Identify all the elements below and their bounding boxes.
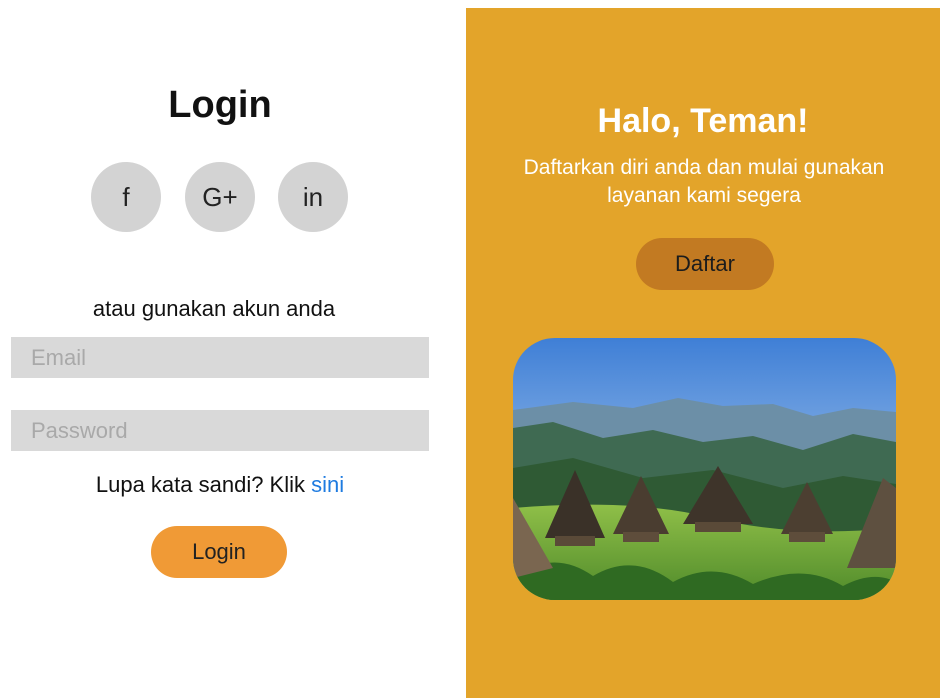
house-base-2 [623,532,659,542]
google-plus-icon: G+ [202,181,238,212]
village-landscape-photo [513,338,896,600]
linkedin-login-button[interactable]: in [278,162,348,232]
social-login-row: f G+ in [91,162,349,232]
password-input[interactable] [11,410,429,451]
signup-title: Halo, Teman! [597,102,809,140]
login-button[interactable]: Login [151,526,287,578]
tagline-line-2: layanan kami segera [607,184,801,207]
landscape-illustration [513,338,896,600]
facebook-icon: f [122,181,130,212]
tagline-line-1: Daftarkan diri anda dan mulai gunakan [523,156,885,179]
house-base-1 [555,536,595,546]
linkedin-icon: in [302,181,324,212]
signup-tagline: Daftarkan diri anda dan mulai gunakan la… [476,154,932,210]
forgot-password-text: Lupa kata sandi? Klik sini [0,472,440,498]
alternative-login-text: atau gunakan akun anda [92,296,336,321]
login-panel: Login f G+ in atau gunakan akun anda Lup… [0,0,466,698]
login-title: Login [168,84,272,126]
google-plus-login-button[interactable]: G+ [185,162,255,232]
forgot-password-label: Lupa kata sandi? Klik [95,472,305,497]
forgot-password-link[interactable]: sini [311,472,344,497]
email-input[interactable] [11,337,429,378]
facebook-login-button[interactable]: f [91,162,161,232]
house-base-4 [789,532,825,542]
signup-button[interactable]: Daftar [636,238,774,290]
signup-panel: Halo, Teman! Daftarkan diri anda dan mul… [466,8,940,698]
house-base-3 [695,522,741,532]
